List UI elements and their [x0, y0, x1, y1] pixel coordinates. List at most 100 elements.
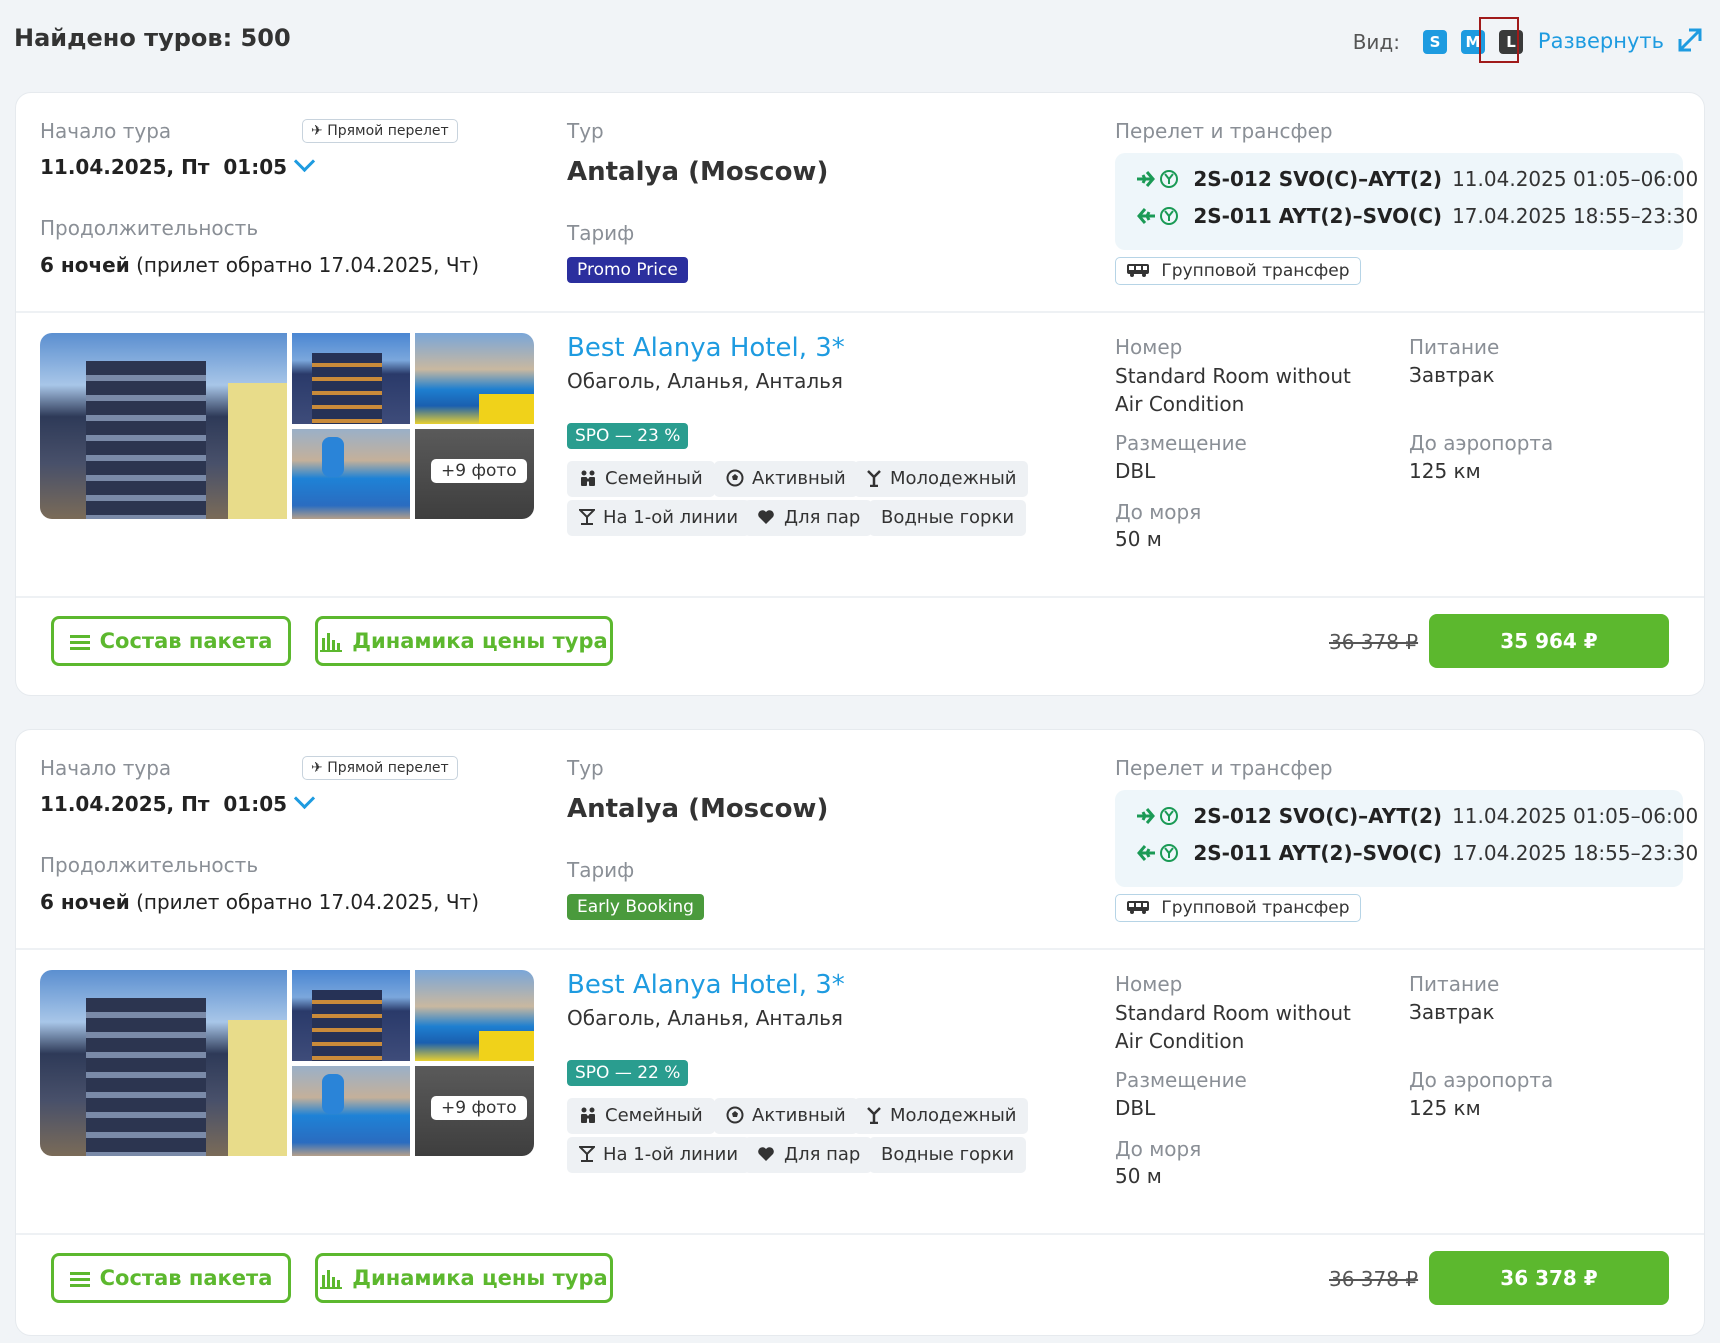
flight-row[interactable]: 2S-011 AYT(2)–SVO(C) 17.04.2025 18:55–23:…: [1135, 841, 1698, 865]
hotel-photo-main[interactable]: [40, 333, 287, 519]
tag-family: Семейный: [567, 1098, 715, 1134]
hotel-section: +9 фото Best Alanya Hotel, 3* Обаголь, А…: [16, 950, 1704, 1212]
meal-label: Питание: [1409, 335, 1500, 359]
flight-row[interactable]: 2S-012 SVO(C)–AYT(2) 11.04.2025 01:05–06:…: [1135, 167, 1698, 191]
view-s-button[interactable]: S: [1423, 30, 1447, 54]
plane-icon: [1137, 207, 1178, 225]
hotel-photo[interactable]: [292, 970, 410, 1061]
flights-box: 2S-012 SVO(C)–AYT(2) 11.04.2025 01:05–06:…: [1115, 153, 1698, 250]
chevron-down-icon: [293, 150, 316, 173]
tour-label: Тур: [567, 119, 604, 143]
hotel-section: +9 фото Best Alanya Hotel, 3* Обаголь, А…: [16, 313, 1704, 575]
room-label: Номер: [1115, 972, 1183, 996]
tag-family: Семейный: [567, 461, 715, 497]
tag-first-line: На 1-ой линии: [567, 1137, 751, 1173]
hotel-photo-main[interactable]: [40, 970, 287, 1156]
more-photos-label[interactable]: +9 фото: [431, 459, 527, 483]
hotel-photo[interactable]: [292, 333, 410, 424]
view-label: Вид:: [1352, 30, 1400, 54]
results-header: Найдено туров: 500 Вид: S M L Развернуть: [0, 0, 1720, 90]
hotel-location: Обаголь, Аланья, Анталья: [567, 1006, 843, 1030]
package-button[interactable]: Состав пакета: [51, 616, 291, 666]
hotel-photo[interactable]: [292, 429, 410, 519]
start-label: Начало тура: [40, 756, 172, 780]
sea-value: 50 м: [1115, 1164, 1162, 1188]
tariff-label: Тариф: [567, 221, 635, 245]
family-icon: [581, 470, 595, 486]
meal-value: Завтрак: [1409, 1000, 1495, 1024]
old-price: 36 378 ₽: [1329, 1267, 1419, 1291]
hotel-name-link[interactable]: Best Alanya Hotel, 3*: [567, 970, 845, 1000]
expand-link[interactable]: Развернуть: [1538, 29, 1664, 53]
hotel-photo[interactable]: [292, 1066, 410, 1156]
placement-value: DBL: [1115, 459, 1156, 483]
tag-waterslides: Водные горки: [869, 1137, 1027, 1173]
duration-value: 6 ночей (прилет обратно 17.04.2025, Чт): [40, 253, 480, 277]
hotel-photo[interactable]: [415, 970, 534, 1061]
price-dynamics-button[interactable]: Динамика цены тура: [315, 616, 613, 666]
airport-label: До аэропорта: [1409, 1068, 1554, 1092]
hearts-icon: [758, 1147, 774, 1161]
tour-card: Начало тура ✈ Прямой перелет 11.04.2025,…: [15, 729, 1705, 1336]
plane-icon: [1137, 807, 1178, 825]
hotel-name-link[interactable]: Best Alanya Hotel, 3*: [567, 333, 845, 363]
price-button[interactable]: 35 964 ₽: [1429, 614, 1669, 668]
view-selected-highlight: [1479, 17, 1519, 63]
direct-flight-badge: ✈ Прямой перелет: [302, 119, 458, 143]
duration-label: Продолжительность: [40, 853, 259, 877]
tour-card: Начало тура ✈ Прямой перелет 11.04.2025,…: [15, 92, 1705, 696]
room-value: Standard Room without Air Condition: [1115, 364, 1351, 416]
tour-label: Тур: [567, 756, 604, 780]
chart-icon: [320, 1270, 343, 1289]
tag-first-line: На 1-ой линии: [567, 500, 751, 536]
sea-value: 50 м: [1115, 527, 1162, 551]
room-label: Номер: [1115, 335, 1183, 359]
list-icon: [69, 635, 90, 650]
sea-label: До моря: [1115, 500, 1202, 524]
flight-row[interactable]: 2S-012 SVO(C)–AYT(2) 11.04.2025 01:05–06:…: [1135, 804, 1698, 828]
more-photos-label[interactable]: +9 фото: [431, 1096, 527, 1120]
start-date-select[interactable]: 11.04.2025, Пт 01:05: [40, 787, 316, 816]
flight-label: Перелет и трансфер: [1115, 756, 1333, 780]
old-price: 36 378 ₽: [1329, 630, 1419, 654]
beach-icon: [577, 1146, 597, 1162]
ball-icon: [726, 1106, 744, 1124]
airport-value: 125 км: [1409, 459, 1481, 483]
package-button[interactable]: Состав пакета: [51, 1253, 291, 1303]
price-dynamics-button[interactable]: Динамика цены тура: [315, 1253, 613, 1303]
meal-value: Завтрак: [1409, 363, 1495, 387]
flight-row[interactable]: 2S-011 AYT(2)–SVO(C) 17.04.2025 18:55–23:…: [1135, 204, 1698, 228]
tag-couples: Для пар: [744, 1137, 873, 1173]
tariff-badge: Promo Price: [567, 257, 688, 283]
duration-label: Продолжительность: [40, 216, 259, 240]
family-icon: [581, 1107, 595, 1123]
sea-label: До моря: [1115, 1137, 1202, 1161]
placement-label: Размещение: [1115, 431, 1247, 455]
ball-icon: [726, 469, 744, 487]
plane-icon: ✈: [311, 123, 323, 139]
hotel-photo-more[interactable]: +9 фото: [415, 429, 534, 519]
beach-icon: [577, 509, 597, 525]
hotel-photo-more[interactable]: +9 фото: [415, 1066, 534, 1156]
start-date-select[interactable]: 11.04.2025, Пт 01:05: [40, 150, 316, 179]
hotel-photo[interactable]: [415, 333, 534, 424]
transfer-badge: Групповой трансфер: [1115, 894, 1361, 922]
photo-gallery[interactable]: +9 фото: [40, 333, 534, 519]
bus-icon: [1127, 901, 1149, 914]
price-button[interactable]: 36 378 ₽: [1429, 1251, 1669, 1305]
found-count: Найдено туров: 500: [14, 24, 291, 52]
tour-name: Antalya (Moscow): [567, 157, 829, 187]
bus-icon: [1127, 264, 1149, 277]
actions-section: Состав пакета Динамика цены тура 36 378 …: [16, 1235, 1704, 1337]
photo-gallery[interactable]: +9 фото: [40, 970, 534, 1156]
hearts-icon: [758, 510, 774, 524]
tag-active: Активный: [714, 1098, 858, 1134]
placement-label: Размещение: [1115, 1068, 1247, 1092]
chart-icon: [320, 633, 343, 652]
expand-icon[interactable]: [1676, 26, 1704, 54]
placement-value: DBL: [1115, 1096, 1156, 1120]
tour-info-section: Начало тура ✈ Прямой перелет 11.04.2025,…: [16, 93, 1704, 311]
tag-youth: Молодежный: [854, 1098, 1029, 1134]
hotel-location: Обаголь, Аланья, Анталья: [567, 369, 843, 393]
tariff-label: Тариф: [567, 858, 635, 882]
